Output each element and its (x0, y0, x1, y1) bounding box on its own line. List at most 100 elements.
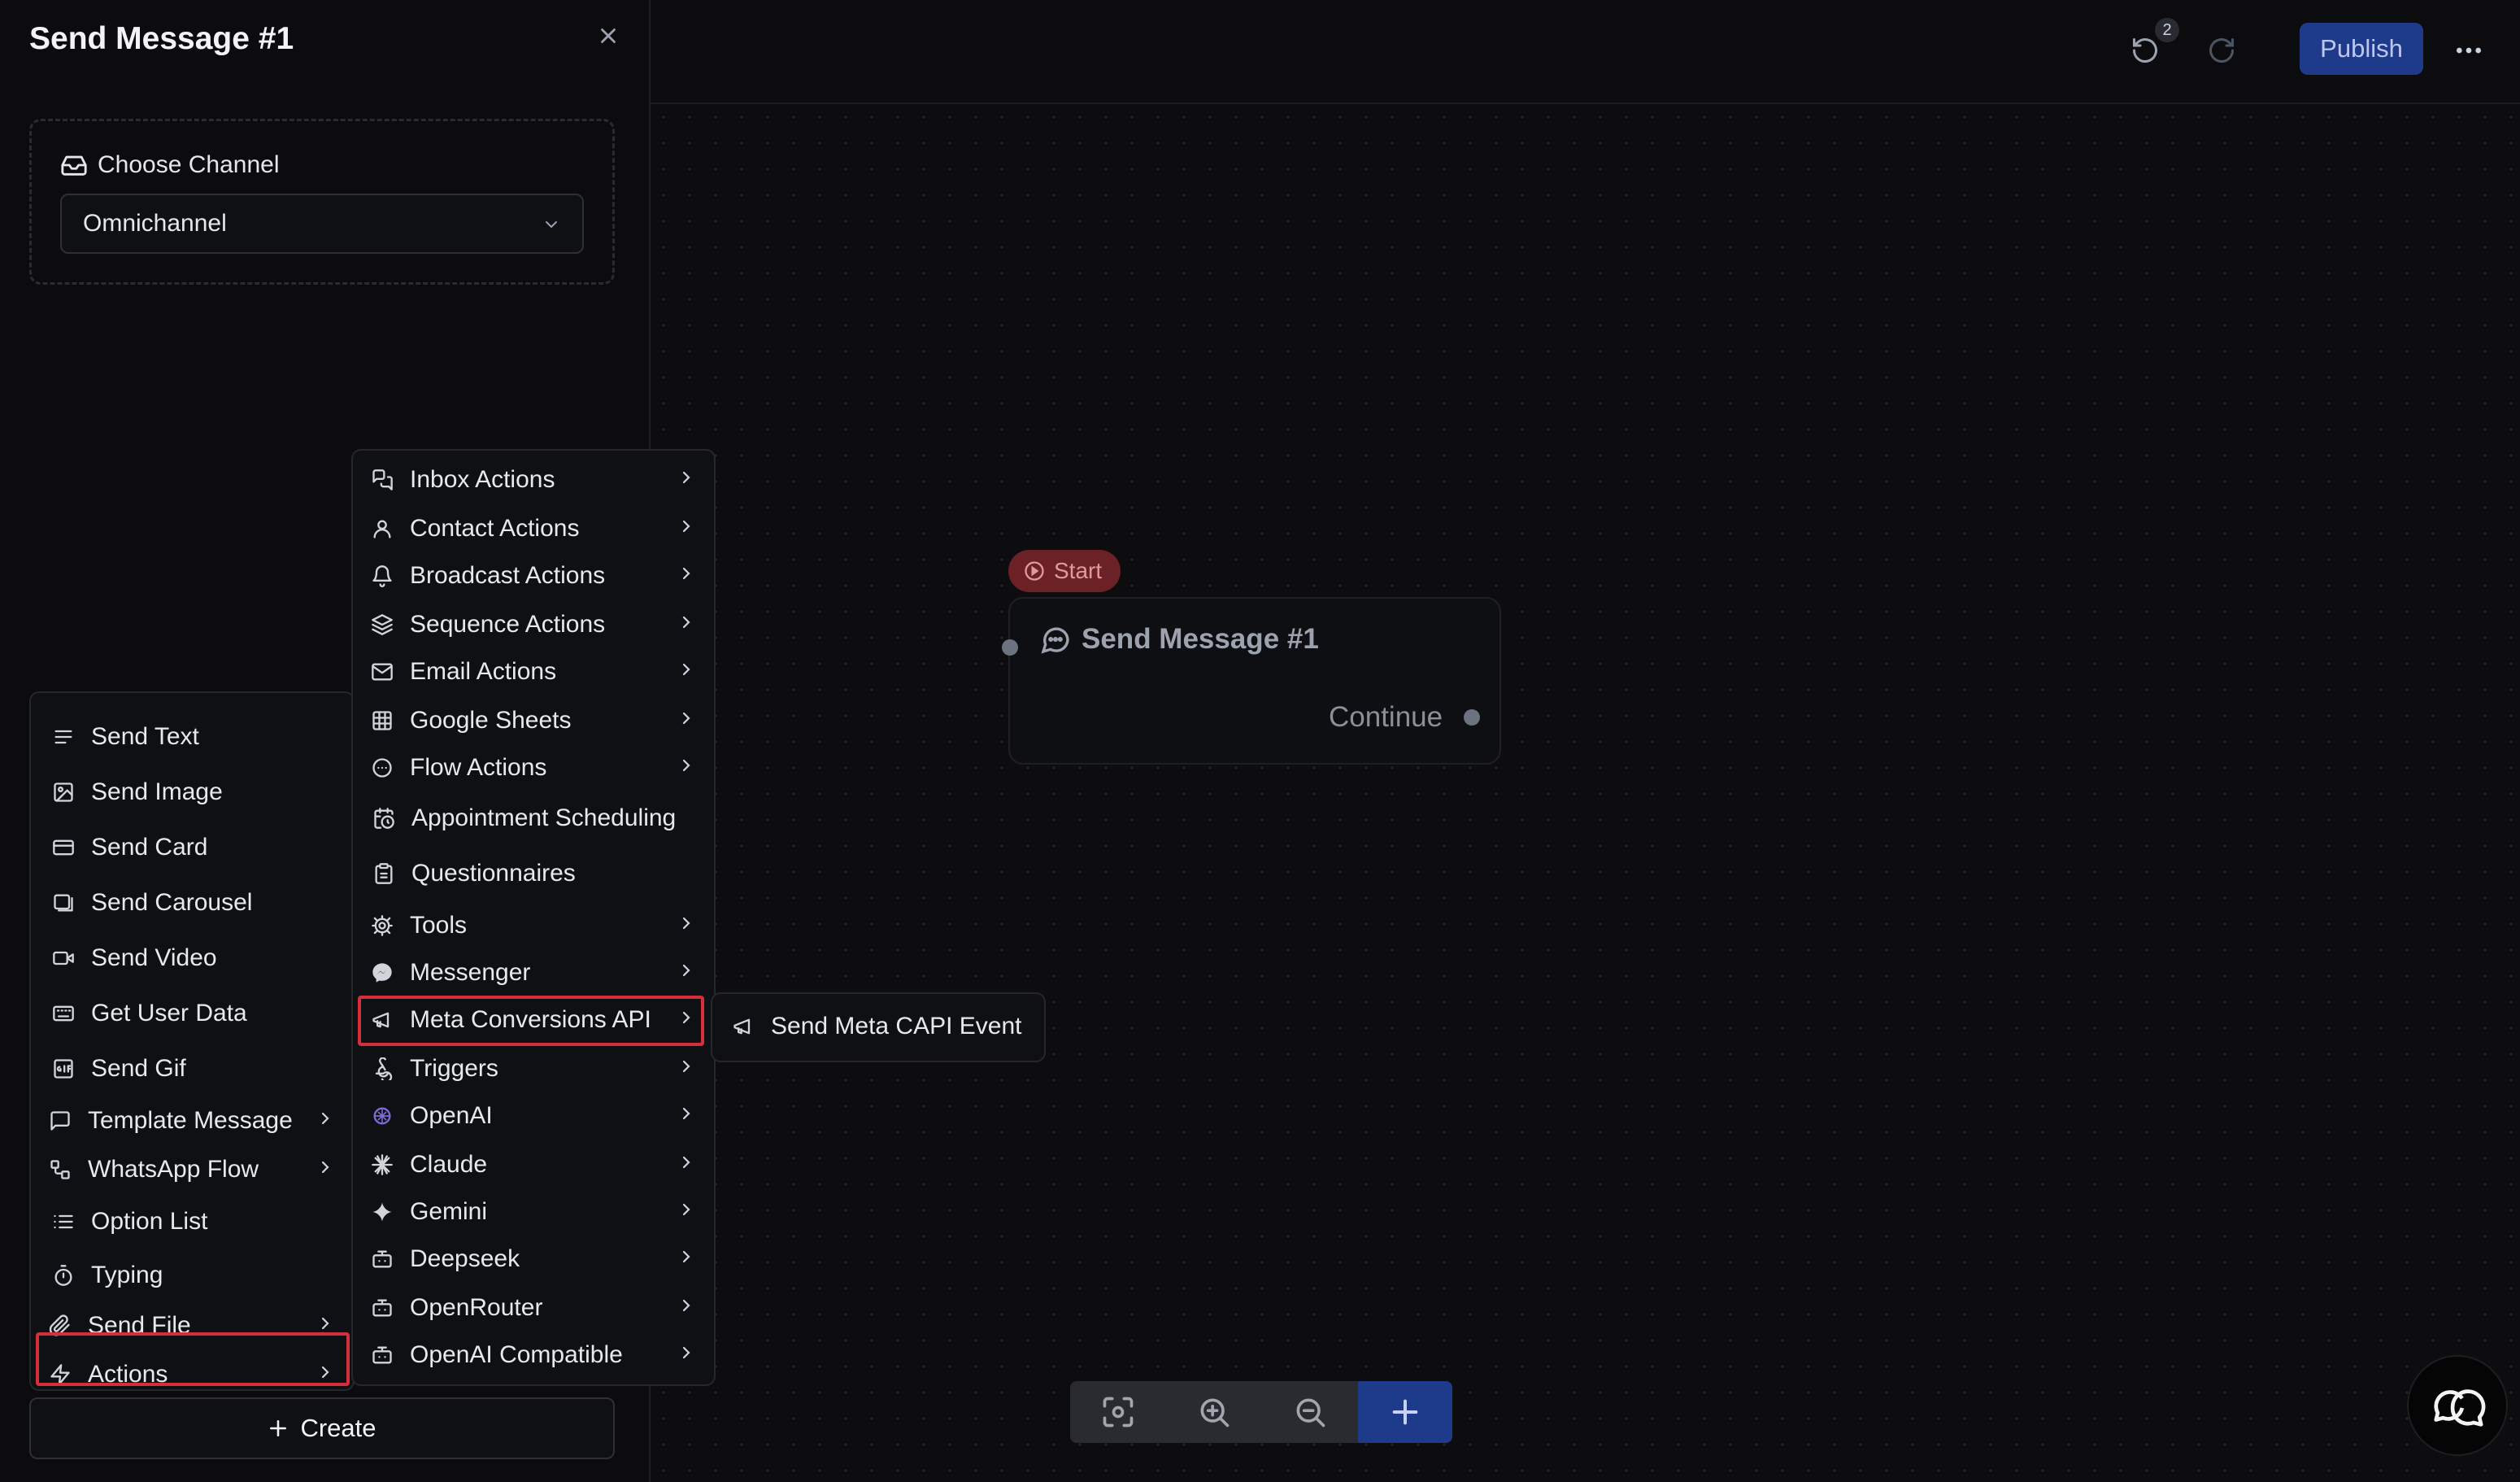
chevron-right-icon (677, 1341, 696, 1369)
video-icon (50, 945, 76, 971)
menu-item-send-text[interactable]: Send Text (50, 721, 335, 753)
zoom-in-button[interactable] (1166, 1381, 1262, 1443)
channel-select[interactable]: Omnichannel (60, 194, 584, 254)
chevron-right-icon (677, 658, 696, 686)
menu-item-openrouter[interactable]: OpenRouter (369, 1292, 696, 1324)
menu-item-tools[interactable]: Tools (369, 909, 696, 942)
meta-conversions-highlight (358, 996, 704, 1046)
menu-item-broadcast-actions[interactable]: Broadcast Actions (369, 560, 696, 592)
carousel-icon (50, 890, 76, 916)
chevron-down-icon (546, 221, 557, 229)
menu-item-sequence-actions[interactable]: Sequence Actions (369, 608, 696, 641)
menu-item-label: Email Actions (410, 658, 557, 685)
megaphone-icon (730, 1013, 756, 1040)
openai-icon (369, 1103, 395, 1129)
menu-item-label: Template Message (88, 1107, 293, 1134)
menu-item-label: Sequence Actions (410, 611, 606, 638)
menu-item-send-carousel[interactable]: Send Carousel (50, 887, 335, 919)
fit-view-button[interactable] (1070, 1381, 1166, 1443)
menu-item-contact-actions[interactable]: Contact Actions (369, 512, 696, 545)
keyboard-icon (50, 1000, 76, 1027)
menu-item-claude[interactable]: Claude (369, 1149, 696, 1181)
node-title-row: Send Message #1 (1039, 623, 1319, 656)
message-square-icon (47, 1108, 73, 1134)
chevron-right-icon (677, 611, 696, 639)
chevron-right-icon (677, 466, 696, 494)
menu-item-label: Messenger (410, 959, 531, 986)
layers-icon (369, 612, 395, 638)
timer-icon (50, 1262, 76, 1288)
menu-item-flow-actions[interactable]: Flow Actions (369, 752, 696, 784)
menu-item-send-image[interactable]: Send Image (50, 776, 335, 809)
channel-label-row: Choose Channel (60, 151, 280, 179)
node-input-port[interactable] (1002, 639, 1018, 656)
menu-item-typing[interactable]: Typing (50, 1259, 335, 1292)
chevron-right-icon (677, 1198, 696, 1226)
menu-item-appointment-scheduling[interactable]: Appointment Scheduling (371, 802, 696, 835)
menu-item-openai-compatible[interactable]: OpenAI Compatible (369, 1339, 696, 1371)
more-options-button[interactable] (2448, 29, 2490, 72)
channel-select-value: Omnichannel (83, 210, 227, 237)
chevron-right-icon (677, 515, 696, 543)
flow-canvas[interactable] (651, 0, 2520, 1482)
menu-item-questionnaires[interactable]: Questionnaires (371, 857, 696, 890)
chevron-right-icon (316, 1107, 335, 1135)
menu-item-label: Send Gif (91, 1055, 186, 1082)
chevron-right-icon (677, 1245, 696, 1273)
menu-item-whatsapp-flow[interactable]: WhatsApp Flow (47, 1153, 335, 1186)
menu-item-label: OpenAI (410, 1102, 493, 1129)
channel-label: Choose Channel (98, 151, 280, 178)
menu-item-label: Flow Actions (410, 754, 547, 781)
chevron-right-icon (677, 1151, 696, 1179)
menu-item-email-actions[interactable]: Email Actions (369, 656, 696, 688)
menu-item-messenger[interactable]: Messenger (369, 957, 696, 989)
start-badge: Start (1008, 550, 1121, 592)
create-button-label: Create (300, 1414, 376, 1442)
canvas-zoom-toolbar (1070, 1381, 1452, 1443)
menu-item-send-card[interactable]: Send Card (50, 831, 335, 864)
chevron-right-icon (677, 959, 696, 987)
image-icon (50, 779, 76, 805)
menu-item-label: Triggers (410, 1055, 498, 1082)
close-panel-button[interactable] (592, 20, 625, 52)
menu-item-send-gif[interactable]: Send Gif (50, 1053, 335, 1085)
bot-icon (369, 1246, 395, 1272)
menu-item-label: Inbox Actions (410, 466, 555, 493)
menu-item-google-sheets[interactable]: Google Sheets (369, 704, 696, 737)
add-node-button[interactable] (1358, 1381, 1452, 1443)
chevron-right-icon (677, 912, 696, 939)
menu-item-template-message[interactable]: Template Message (47, 1105, 335, 1137)
undo-icon (2133, 38, 2157, 63)
menu-item-deepseek[interactable]: Deepseek (369, 1243, 696, 1275)
create-button[interactable]: Create (29, 1397, 615, 1459)
menu-item-label: Send Carousel (91, 889, 253, 916)
publish-button[interactable]: Publish (2300, 23, 2423, 75)
menu-item-label: OpenRouter (410, 1294, 543, 1321)
menu-item-label: OpenAI Compatible (410, 1341, 623, 1368)
menu-item-send-meta-capi-event[interactable]: Send Meta CAPI Event (730, 1012, 1031, 1041)
redo-button[interactable] (2200, 29, 2243, 72)
flow-node-send-message[interactable] (1008, 597, 1501, 765)
chevron-right-icon (677, 707, 696, 734)
actions-highlight (36, 1332, 350, 1386)
chat-bubbles-icon (2434, 1389, 2486, 1427)
menu-item-send-video[interactable]: Send Video (50, 942, 335, 974)
menu-item-label: Questionnaires (411, 860, 576, 887)
support-chat-button[interactable] (2407, 1355, 2508, 1456)
menu-item-gemini[interactable]: Gemini (369, 1196, 696, 1228)
zoom-out-button[interactable] (1262, 1381, 1358, 1443)
calendar-clock-icon (371, 805, 397, 831)
list-icon (50, 1209, 76, 1235)
gif-icon (50, 1056, 76, 1082)
chevron-right-icon (677, 1294, 696, 1322)
menu-item-triggers[interactable]: Triggers (369, 1053, 696, 1085)
menu-item-get-user-data[interactable]: Get User Data (50, 997, 335, 1030)
menu-item-inbox-actions[interactable]: Inbox Actions (369, 464, 696, 496)
menu-item-option-list[interactable]: Option List (50, 1205, 335, 1238)
chevron-right-icon (677, 754, 696, 782)
sheet-icon (369, 708, 395, 734)
node-output-port[interactable] (1464, 709, 1480, 726)
gemini-icon (369, 1199, 395, 1225)
plus-icon (1392, 1399, 1418, 1425)
menu-item-openai[interactable]: OpenAI (369, 1100, 696, 1132)
